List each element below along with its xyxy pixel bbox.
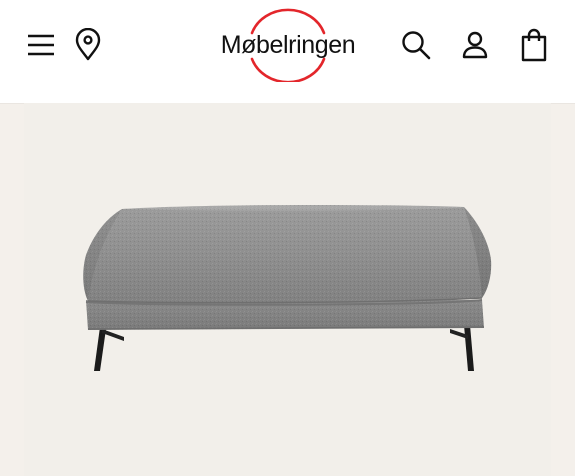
menu-icon[interactable]	[26, 30, 56, 60]
site-logo[interactable]: Møbelringen	[212, 8, 364, 82]
search-icon[interactable]	[399, 28, 433, 62]
logo-wordmark: Møbelringen	[220, 31, 356, 59]
shopping-bag-icon[interactable]	[517, 27, 551, 63]
product-image[interactable]	[24, 103, 551, 476]
ottoman-bench-illustration	[83, 204, 492, 371]
location-icon[interactable]	[74, 27, 102, 62]
site-header: Møbelringen	[0, 0, 575, 103]
account-icon[interactable]	[458, 28, 492, 62]
